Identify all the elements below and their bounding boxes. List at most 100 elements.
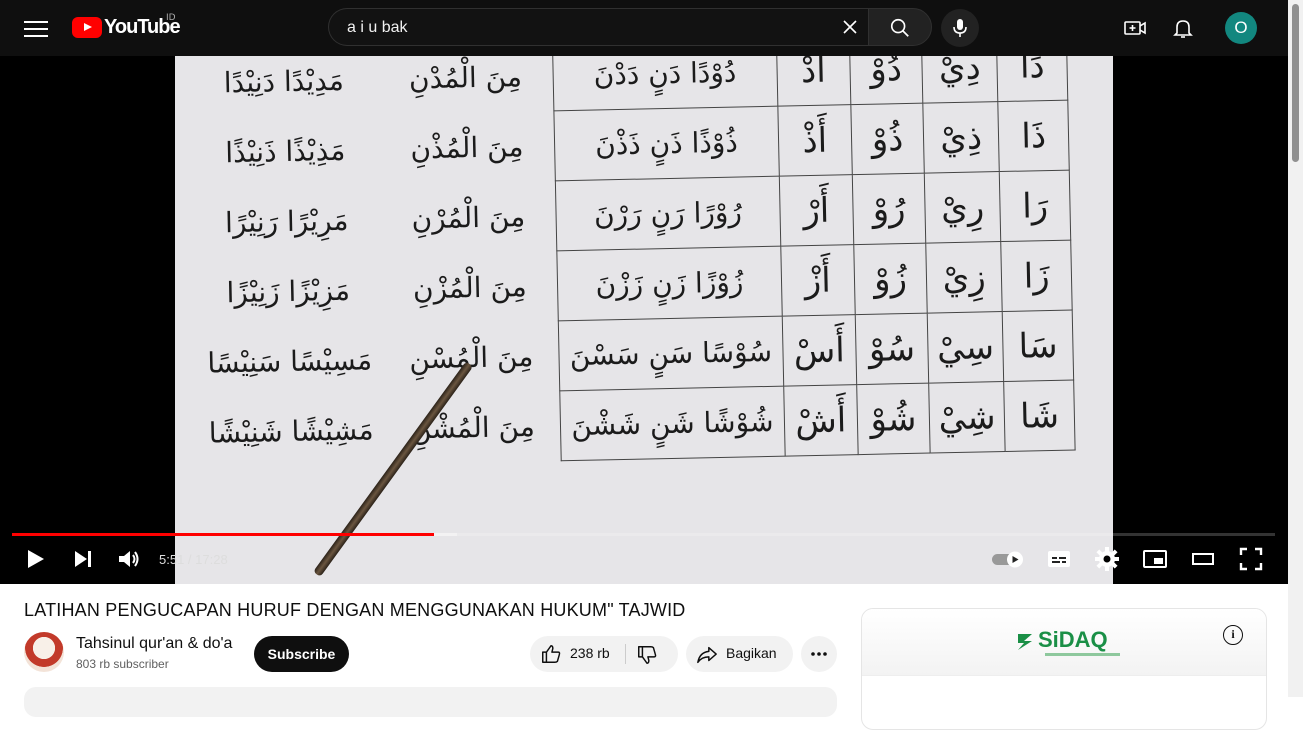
settings-button[interactable]	[1094, 546, 1120, 572]
menu-icon[interactable]	[24, 18, 48, 38]
video-frame: مَدِيْدًا دَنِيْدًا مِنَ الْمُدْنِ دُوْدًا…	[175, 56, 1113, 584]
table-cell: ذُوْ	[850, 103, 925, 175]
table-cell: شُوْشًا شَنٍ شَشْنَ	[560, 386, 785, 461]
miniplayer-button[interactable]	[1142, 546, 1168, 572]
table-cell: شِيْ	[928, 381, 1006, 454]
table-cell: سُوْ	[855, 313, 929, 385]
voice-search-button[interactable]	[941, 9, 979, 47]
ad-banner[interactable]: SiDAQ i	[862, 609, 1266, 676]
subscriber-count: 803 rb subscriber	[76, 657, 169, 671]
ad-brand-tagline	[1045, 653, 1120, 656]
search-icon	[890, 18, 909, 37]
theater-icon	[1192, 553, 1214, 565]
table-cell: رُوْ	[852, 173, 926, 245]
table-cell: زِيْ	[925, 241, 1003, 314]
table-cell: مَسِيْسًا سَنِيْسًا	[207, 343, 373, 380]
like-count: 238 rb	[570, 645, 610, 661]
scrollbar-thumb[interactable]	[1292, 4, 1299, 162]
table-cell: رُوْرًا رَنٍ رَرْنَ	[555, 176, 781, 251]
table-cell: سُوْسًا سَنٍ سَسْنَ	[558, 316, 784, 391]
table-cell: أَشْ	[783, 384, 859, 457]
table-cell: ذِيْ	[922, 101, 1000, 174]
table-cell: رَا	[999, 170, 1071, 242]
fullscreen-icon	[1239, 547, 1263, 571]
autoplay-toggle-icon	[992, 551, 1023, 568]
like-dislike-group: 238 rb	[530, 636, 678, 672]
table-cell: زَا	[1001, 240, 1073, 312]
table-cell: ذُوْذًا ذَنٍ ذَذْنَ	[554, 106, 779, 181]
table-cell: شُوْ	[856, 383, 931, 455]
page-scrollbar[interactable]	[1288, 0, 1303, 697]
channel-avatar[interactable]	[24, 632, 64, 672]
search-input[interactable]	[345, 9, 829, 47]
table-cell: دُوْ	[849, 56, 923, 105]
channel-name[interactable]: Tahsinul qur'an & do'a	[76, 635, 232, 653]
table-cell: مَزِيْزًا زَنِيْزًا	[226, 273, 351, 310]
table-cell: سَا	[1002, 310, 1074, 382]
progress-bar[interactable]	[12, 533, 1275, 536]
region-code: ID	[166, 13, 176, 23]
top-bar: YouTube ID O	[0, 0, 1288, 56]
info-icon[interactable]: i	[1223, 625, 1243, 645]
subscribe-button[interactable]: Subscribe	[254, 636, 349, 672]
fullscreen-button[interactable]	[1238, 546, 1264, 572]
table-cell: دَا	[996, 56, 1068, 102]
table-cell: مِنَ الْمُسْنِ	[408, 339, 534, 376]
table-cell: ذَا	[998, 100, 1070, 172]
video-player[interactable]: مَدِيْدًا دَنِيْدًا مِنَ الْمُدْنِ دُوْدًا…	[0, 56, 1288, 584]
sidebar-ad[interactable]: SiDAQ i	[861, 608, 1267, 730]
bell-icon[interactable]	[1171, 16, 1195, 40]
table-cell: مَشِيْشًا شَنِيْشًا	[208, 413, 374, 450]
share-button[interactable]: Bagikan	[686, 636, 793, 672]
table-cell: أَرْ	[778, 174, 854, 247]
miniplayer-icon	[1143, 550, 1167, 568]
volume-icon	[119, 551, 139, 567]
brand-logo-icon	[1018, 634, 1032, 650]
settings-icon	[1095, 547, 1119, 571]
share-icon	[697, 646, 717, 664]
progress-played	[12, 533, 434, 536]
table-cell: دُوْدًا دَنٍ دَدْنَ	[552, 56, 778, 111]
table-cell: دِيْ	[921, 56, 999, 104]
like-icon	[542, 645, 561, 663]
play-button[interactable]	[22, 546, 48, 572]
table-cell: شَا	[1004, 380, 1076, 452]
create-icon[interactable]	[1123, 16, 1147, 40]
table-cell: زُوْ	[853, 243, 928, 315]
play-icon	[28, 550, 44, 568]
subtitles-button[interactable]	[1046, 546, 1072, 572]
more-actions-button[interactable]	[801, 636, 837, 672]
video-title: LATIHAN PENGUCAPAN HURUF DENGAN MENGGUNA…	[24, 600, 686, 620]
table-cell: سِيْ	[927, 311, 1005, 384]
youtube-logo[interactable]: YouTube ID	[72, 13, 181, 39]
arabic-letter-table: مَدِيْدًا دَنِيْدًا مِنَ الْمُدْنِ دُوْدًا…	[189, 56, 1076, 469]
next-button[interactable]	[70, 546, 96, 572]
table-cell: مَدِيْدًا دَنِيْدًا	[223, 63, 345, 100]
search-button[interactable]	[868, 8, 932, 46]
subtitles-icon	[1048, 551, 1070, 567]
table-cell: أَذْ	[777, 104, 853, 177]
autoplay-toggle[interactable]	[991, 546, 1025, 572]
account-avatar[interactable]: O	[1225, 12, 1257, 44]
dislike-button[interactable]	[626, 636, 678, 672]
table-cell: مَذِيْذًا ذَنِيْذًا	[224, 133, 346, 170]
table-cell: زُوْزًا زَنٍ زَزْنَ	[557, 246, 782, 321]
ad-brand: SiDAQ	[1038, 627, 1108, 652]
volume-button[interactable]	[116, 546, 142, 572]
table-cell: مِنَ الْمُزْنِ	[412, 269, 528, 306]
like-button[interactable]: 238 rb	[530, 636, 625, 672]
youtube-logo-icon	[72, 17, 102, 38]
theater-button[interactable]	[1190, 546, 1216, 572]
clear-icon[interactable]	[840, 17, 860, 37]
time-display: 5:51 / 17:28	[159, 552, 228, 567]
table-cell: مِنَ الْمُذْنِ	[410, 130, 524, 166]
dislike-icon	[638, 646, 657, 664]
table-cell: مِنَ الْمُشْنِ	[410, 409, 536, 446]
table-cell: رِيْ	[924, 171, 1002, 244]
table-cell: مِنَ الْمُرْنِ	[411, 199, 526, 236]
description-box[interactable]	[24, 687, 837, 717]
search-box	[328, 8, 868, 47]
next-icon	[75, 551, 91, 567]
table-cell: مِنَ الْمُدْنِ	[408, 60, 523, 96]
table-cell: أَسْ	[781, 314, 857, 387]
